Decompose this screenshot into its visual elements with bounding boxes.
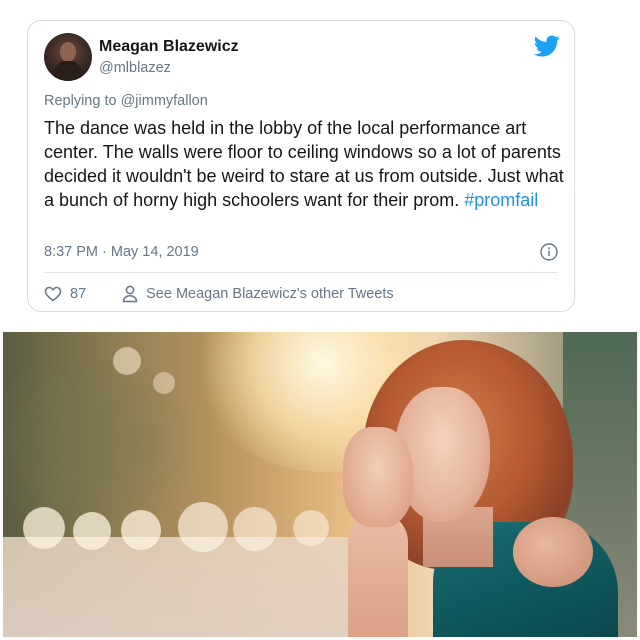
- hashtag-link[interactable]: #promfail: [464, 190, 538, 210]
- replying-to-handle[interactable]: @jimmyfallon: [121, 93, 208, 109]
- twitter-bird-icon[interactable]: [534, 35, 560, 57]
- like-count: 87: [70, 286, 87, 302]
- other-tweets-label: See Meagan Blazewicz's other Tweets: [146, 286, 394, 302]
- user-handle[interactable]: @mlblazez: [99, 60, 171, 76]
- heart-icon: [44, 286, 62, 302]
- replying-to: Replying to @jimmyfallon: [44, 93, 208, 109]
- info-icon[interactable]: [540, 243, 558, 261]
- person-icon: [122, 285, 138, 303]
- tweet-card: Meagan Blazewicz @mlblazez Replying to @…: [27, 20, 575, 312]
- tweet-text: The dance was held in the lobby of the l…: [44, 116, 564, 212]
- stressed-woman-photo: [3, 332, 637, 637]
- tweet-actions: 87 See Meagan Blazewicz's other Tweets: [44, 284, 394, 304]
- avatar[interactable]: [44, 33, 92, 81]
- tweet-timestamp[interactable]: 8:37 PM · May 14, 2019: [44, 244, 199, 260]
- divider: [44, 272, 558, 273]
- display-name[interactable]: Meagan Blazewicz: [99, 38, 239, 56]
- like-button[interactable]: 87: [44, 286, 86, 302]
- replying-to-prefix: Replying to: [44, 93, 121, 109]
- other-tweets-link[interactable]: See Meagan Blazewicz's other Tweets: [122, 285, 394, 303]
